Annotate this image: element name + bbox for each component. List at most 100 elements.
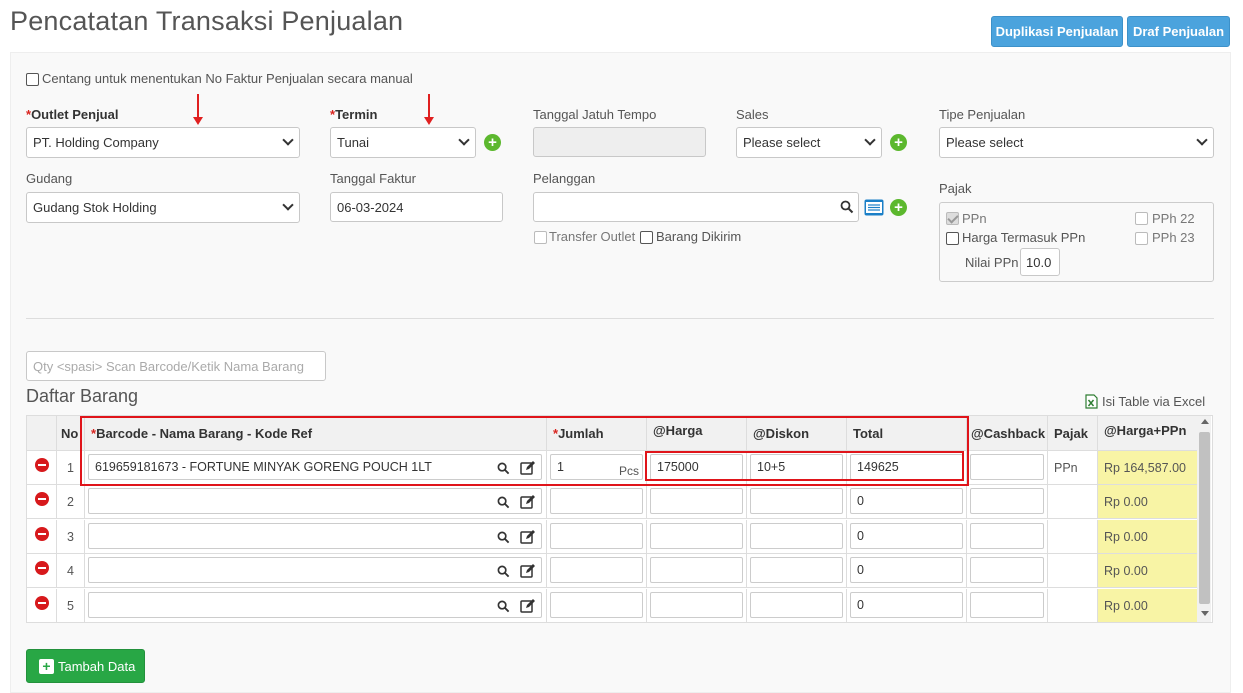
table-row-pajak: PPn: [1048, 451, 1098, 485]
manual-faktur-checkbox[interactable]: [26, 73, 39, 86]
jatuh-tempo-input[interactable]: [533, 127, 706, 157]
draf-penjualan-button[interactable]: Draf Penjualan: [1127, 16, 1230, 47]
daftar-barang-title: Daftar Barang: [26, 386, 139, 406]
edit-icon[interactable]: [520, 563, 536, 579]
search-icon[interactable]: [497, 600, 511, 614]
harga-input[interactable]: [650, 488, 743, 515]
table-row-cashback: [967, 554, 1048, 589]
pph22-checkbox[interactable]: [1135, 212, 1148, 225]
tanggal-faktur-label: Tanggal Faktur: [330, 171, 416, 186]
barang-input[interactable]: [88, 557, 542, 584]
termin-select[interactable]: Tunai: [330, 127, 476, 158]
tipe-penjualan-select[interactable]: Please select: [939, 127, 1214, 158]
table-row-no: 5: [57, 588, 85, 622]
table-row-diskon: [747, 485, 847, 520]
jumlah-input[interactable]: [550, 557, 643, 584]
cashback-input[interactable]: [970, 522, 1044, 549]
jumlah-input[interactable]: [550, 522, 643, 549]
harga-input[interactable]: [650, 522, 743, 549]
annotation-arrow-termin: [424, 94, 434, 125]
diskon-input[interactable]: [750, 557, 843, 584]
table-row-total: 0: [847, 554, 967, 589]
table-row-diskon: [747, 519, 847, 554]
remove-row-icon[interactable]: [35, 526, 49, 541]
transfer-outlet-checkbox[interactable]: [534, 231, 547, 244]
search-icon[interactable]: [840, 200, 854, 214]
barang-input[interactable]: [88, 522, 542, 549]
search-icon[interactable]: [497, 496, 511, 510]
remove-row-icon[interactable]: [35, 595, 49, 610]
ppn-label: PPn: [962, 211, 987, 226]
tanggal-faktur-input[interactable]: 06-03-2024: [330, 192, 503, 222]
outlet-label: *Outlet Penjual: [26, 107, 119, 122]
total-input[interactable]: 0: [850, 488, 963, 515]
ppn-checkbox[interactable]: [946, 212, 959, 225]
tambah-data-button[interactable]: + Tambah Data: [26, 649, 145, 683]
jumlah-input[interactable]: [550, 591, 643, 618]
outlet-select[interactable]: PT. Holding Company: [26, 127, 300, 158]
chevron-down-icon: [282, 134, 294, 146]
pph23-checkbox[interactable]: [1135, 232, 1148, 245]
table-row-action: [27, 451, 57, 485]
pelanggan-input[interactable]: [533, 192, 859, 222]
customer-list-icon[interactable]: [864, 199, 884, 216]
add-termin-icon[interactable]: +: [484, 134, 501, 151]
table-row-cashback: [967, 485, 1048, 520]
search-icon[interactable]: [497, 565, 511, 579]
scan-barcode-input[interactable]: Qty <spasi> Scan Barcode/Ketik Nama Bara…: [26, 351, 326, 381]
harga-input[interactable]: [650, 591, 743, 618]
total-input[interactable]: 0: [850, 557, 963, 584]
table-row-action: [27, 554, 57, 589]
sales-select[interactable]: Please select: [736, 127, 882, 158]
barang-dikirim-checkbox[interactable]: [640, 231, 653, 244]
harga-termasuk-ppn-label: Harga Termasuk PPn: [962, 230, 1086, 245]
table-row-action: [27, 519, 57, 554]
sales-label: Sales: [736, 107, 769, 122]
total-input[interactable]: 0: [850, 591, 963, 618]
remove-row-icon[interactable]: [35, 561, 49, 576]
edit-icon[interactable]: [520, 494, 536, 510]
table-row-harga: [647, 519, 747, 554]
nilai-ppn-input[interactable]: 10.0: [1020, 248, 1060, 276]
duplikasi-penjualan-button[interactable]: Duplikasi Penjualan: [991, 16, 1123, 47]
gudang-select[interactable]: Gudang Stok Holding: [26, 192, 300, 223]
table-row-total: 0: [847, 485, 967, 520]
col-header-action: [27, 416, 57, 451]
isi-table-excel-link[interactable]: Isi Table via Excel: [1102, 394, 1205, 409]
search-icon[interactable]: [497, 531, 511, 545]
harga-input[interactable]: [650, 557, 743, 584]
diskon-input[interactable]: [750, 488, 843, 515]
cashback-input[interactable]: [970, 591, 1044, 618]
diskon-input[interactable]: [750, 591, 843, 618]
table-row-action: [27, 485, 57, 520]
harga-termasuk-ppn-checkbox[interactable]: [946, 232, 959, 245]
scroll-up-icon[interactable]: [1201, 419, 1209, 424]
edit-icon[interactable]: [520, 598, 536, 614]
table-row-harga-ppn: Rp 164,587.00: [1098, 451, 1198, 485]
table-row-barang: [85, 519, 547, 554]
table-row-cashback: [967, 519, 1048, 554]
table-row-cashback: [967, 451, 1048, 485]
remove-row-icon[interactable]: [35, 492, 49, 507]
edit-icon[interactable]: [520, 529, 536, 545]
cashback-input[interactable]: [970, 488, 1044, 515]
chevron-down-icon: [1196, 134, 1208, 146]
excel-icon: [1085, 394, 1098, 409]
table-row-harga-ppn: Rp 0.00: [1098, 485, 1198, 520]
cashback-input[interactable]: [970, 454, 1044, 480]
table-row-no: 3: [57, 519, 85, 554]
cashback-input[interactable]: [970, 557, 1044, 584]
remove-row-icon[interactable]: [35, 458, 49, 472]
add-sales-icon[interactable]: +: [890, 134, 907, 151]
table-row-harga-ppn: Rp 0.00: [1098, 554, 1198, 589]
add-pelanggan-icon[interactable]: +: [890, 199, 907, 216]
barang-input[interactable]: [88, 488, 542, 515]
barang-input[interactable]: [88, 591, 542, 618]
table-row-harga: [647, 485, 747, 520]
diskon-input[interactable]: [750, 522, 843, 549]
total-input[interactable]: 0: [850, 522, 963, 549]
scroll-down-icon[interactable]: [1201, 611, 1209, 616]
jumlah-input[interactable]: [550, 488, 643, 515]
table-scrollbar-thumb[interactable]: [1199, 432, 1210, 604]
plus-icon: +: [39, 658, 54, 674]
